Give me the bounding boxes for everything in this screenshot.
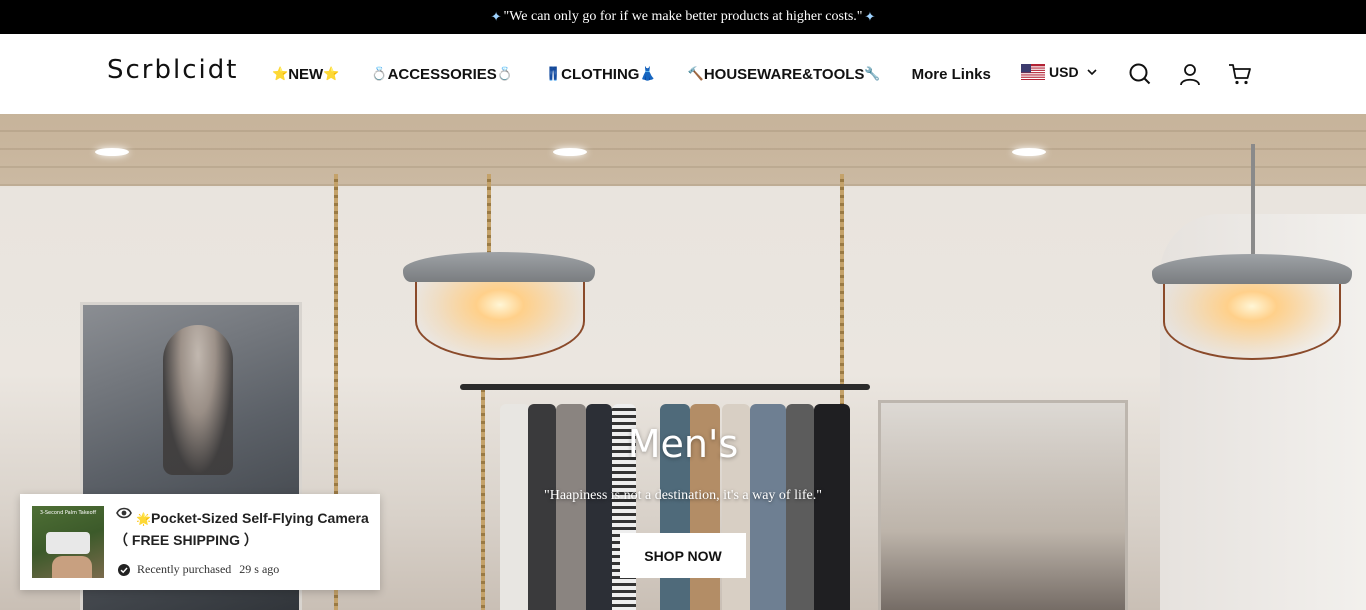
nav-item-clothing[interactable]: 👖 CLOTHING 👗	[545, 66, 656, 83]
ceiling-light	[95, 148, 129, 156]
nav-item-more-links[interactable]: More Links	[912, 66, 991, 83]
nav-item-label: HOUSEWARE&TOOLS	[703, 65, 865, 83]
popup-product-title[interactable]: 🌟Pocket-Sized Self-Flying Camera （ FREE …	[114, 508, 376, 551]
nav-item-accessories[interactable]: 💍 ACCESSORIES 💍	[371, 66, 513, 83]
clothing-rail	[460, 384, 870, 390]
cart-icon[interactable]	[1228, 62, 1252, 86]
popup-product-name: Pocket-Sized Self-Flying Camera	[150, 510, 369, 526]
popup-meta: Recently purchased 29 s ago	[118, 562, 279, 577]
nav-item-new[interactable]: ⭐ NEW ⭐	[272, 66, 339, 83]
ceiling-light	[553, 148, 587, 156]
nav-item-label: ACCESSORIES	[387, 65, 497, 83]
sparkle-icon: ✦	[490, 9, 502, 24]
star-icon: ⭐	[272, 66, 289, 81]
drone-image	[46, 532, 90, 554]
currency-selector[interactable]: USD	[1021, 64, 1097, 80]
announcement-text: "We can only go for if we make better pr…	[503, 9, 863, 24]
hero-ceiling	[0, 114, 1366, 186]
nav-item-label: More Links	[911, 65, 991, 83]
glowing-star-icon: 🌟	[136, 512, 151, 526]
product-thumbnail[interactable]: 3-Second Palm Takeoff	[32, 506, 104, 578]
purchase-time: 29 s ago	[239, 562, 280, 576]
nav-item-label: NEW	[288, 65, 324, 83]
currency-label: USD	[1049, 64, 1079, 80]
hand-image	[52, 556, 92, 578]
us-flag-icon	[1021, 64, 1045, 80]
eye-icon[interactable]	[116, 507, 132, 519]
hero-title: Men's	[627, 422, 739, 466]
site-header: Scrblcidt ⭐ NEW ⭐ 💍 ACCESSORIES 💍 👖 CLOT…	[0, 34, 1366, 114]
popup-shipping-note: （ FREE SHIPPING ）	[114, 532, 258, 548]
jeans-icon: 👖	[544, 66, 562, 81]
chevron-down-icon	[1086, 69, 1097, 76]
site-logo[interactable]: Scrblcidt	[107, 55, 238, 85]
announcement-bar: ✦ "We can only go for if we make better …	[0, 0, 1366, 34]
sparkle-icon: ✦	[864, 9, 876, 24]
pendant-lamp	[403, 252, 595, 282]
ring-icon: 💍	[371, 66, 388, 81]
nav-item-houseware-tools[interactable]: 🔨 HOUSEWARE&TOOLS 🔧	[688, 66, 881, 83]
shop-now-button[interactable]: SHOP NOW	[620, 533, 746, 578]
nav-item-label: CLOTHING	[561, 65, 640, 83]
purchased-label: Recently purchased	[137, 562, 232, 576]
recent-purchase-popup[interactable]: 3-Second Palm Takeoff 🌟Pocket-Sized Self…	[20, 494, 380, 590]
ceiling-light	[1012, 148, 1046, 156]
lamp-cage	[1163, 284, 1341, 360]
search-icon[interactable]	[1128, 62, 1152, 86]
hammer-icon: 🔨	[687, 66, 704, 81]
pendant-lamp	[1152, 254, 1352, 284]
hanging-cord	[1251, 144, 1255, 254]
dress-icon: 👗	[639, 66, 656, 81]
lamp-cage	[415, 282, 585, 360]
main-nav: ⭐ NEW ⭐ 💍 ACCESSORIES 💍 👖 CLOTHING 👗 🔨 H…	[272, 34, 991, 114]
ring-icon: 💍	[496, 66, 513, 81]
account-icon[interactable]	[1178, 62, 1202, 86]
check-circle-icon	[118, 563, 130, 576]
star-icon: ⭐	[323, 66, 340, 81]
wrench-icon: 🔧	[864, 66, 881, 81]
thumbnail-caption: 3-Second Palm Takeoff	[39, 510, 97, 516]
